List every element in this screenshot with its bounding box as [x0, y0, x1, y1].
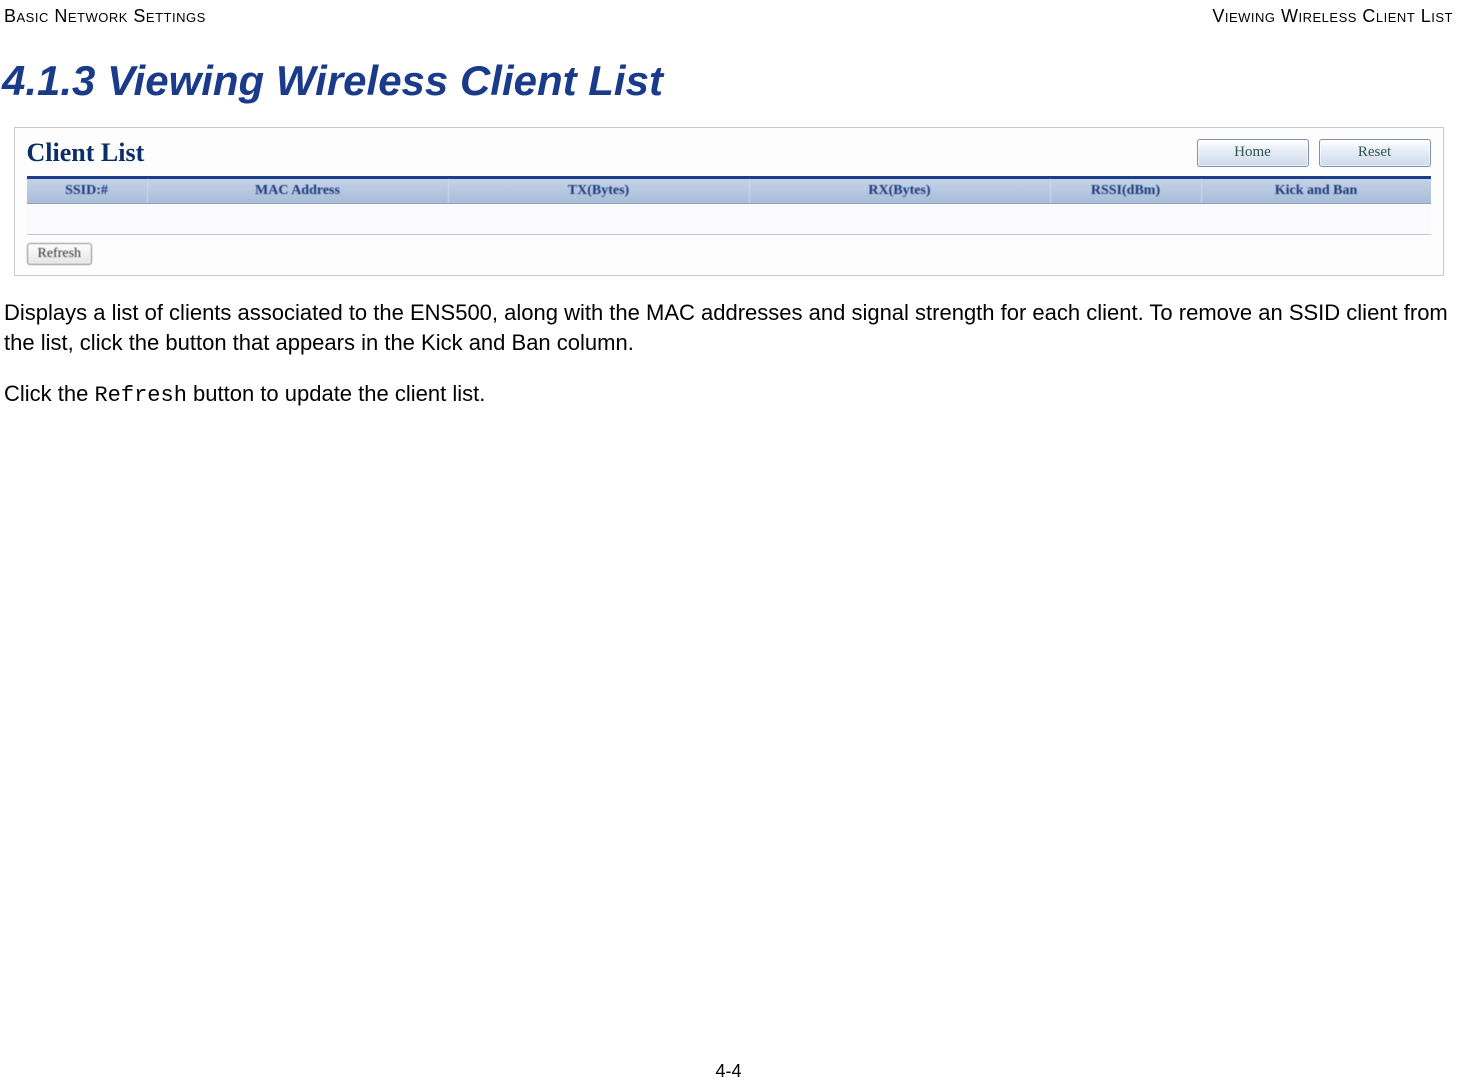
refresh-button[interactable]: Refresh	[27, 243, 93, 265]
section-heading: 4.1.3 Viewing Wireless Client List	[0, 57, 1457, 105]
col-mac: MAC Address	[148, 179, 449, 203]
p2-suffix: button to update the client list.	[187, 381, 485, 406]
col-kick: Kick and Ban	[1202, 179, 1431, 203]
panel-title: Client List	[27, 138, 145, 168]
running-head-right: Viewing Wireless Client List	[1212, 6, 1453, 27]
home-button[interactable]: Home	[1197, 139, 1309, 167]
page-number: 4-4	[0, 1061, 1457, 1082]
running-head-left: Basic Network Settings	[4, 6, 206, 27]
p2-code: Refresh	[94, 383, 186, 408]
running-head: Basic Network Settings Viewing Wireless …	[0, 0, 1457, 29]
table-header-row: SSID:# MAC Address TX(Bytes) RX(Bytes) R…	[27, 179, 1431, 204]
col-tx: TX(Bytes)	[449, 179, 750, 203]
client-list-screenshot: Client List Home Reset SSID:# MAC Addres…	[14, 127, 1444, 276]
table-empty-row	[27, 204, 1431, 235]
p2-prefix: Click the	[4, 381, 94, 406]
col-rx: RX(Bytes)	[750, 179, 1051, 203]
reset-button[interactable]: Reset	[1319, 139, 1431, 167]
description-paragraph-2: Click the Refresh button to update the c…	[4, 379, 1453, 411]
col-ssid: SSID:#	[27, 179, 148, 203]
col-rssi: RSSI(dBm)	[1051, 179, 1202, 203]
description-paragraph-1: Displays a list of clients associated to…	[4, 298, 1453, 357]
